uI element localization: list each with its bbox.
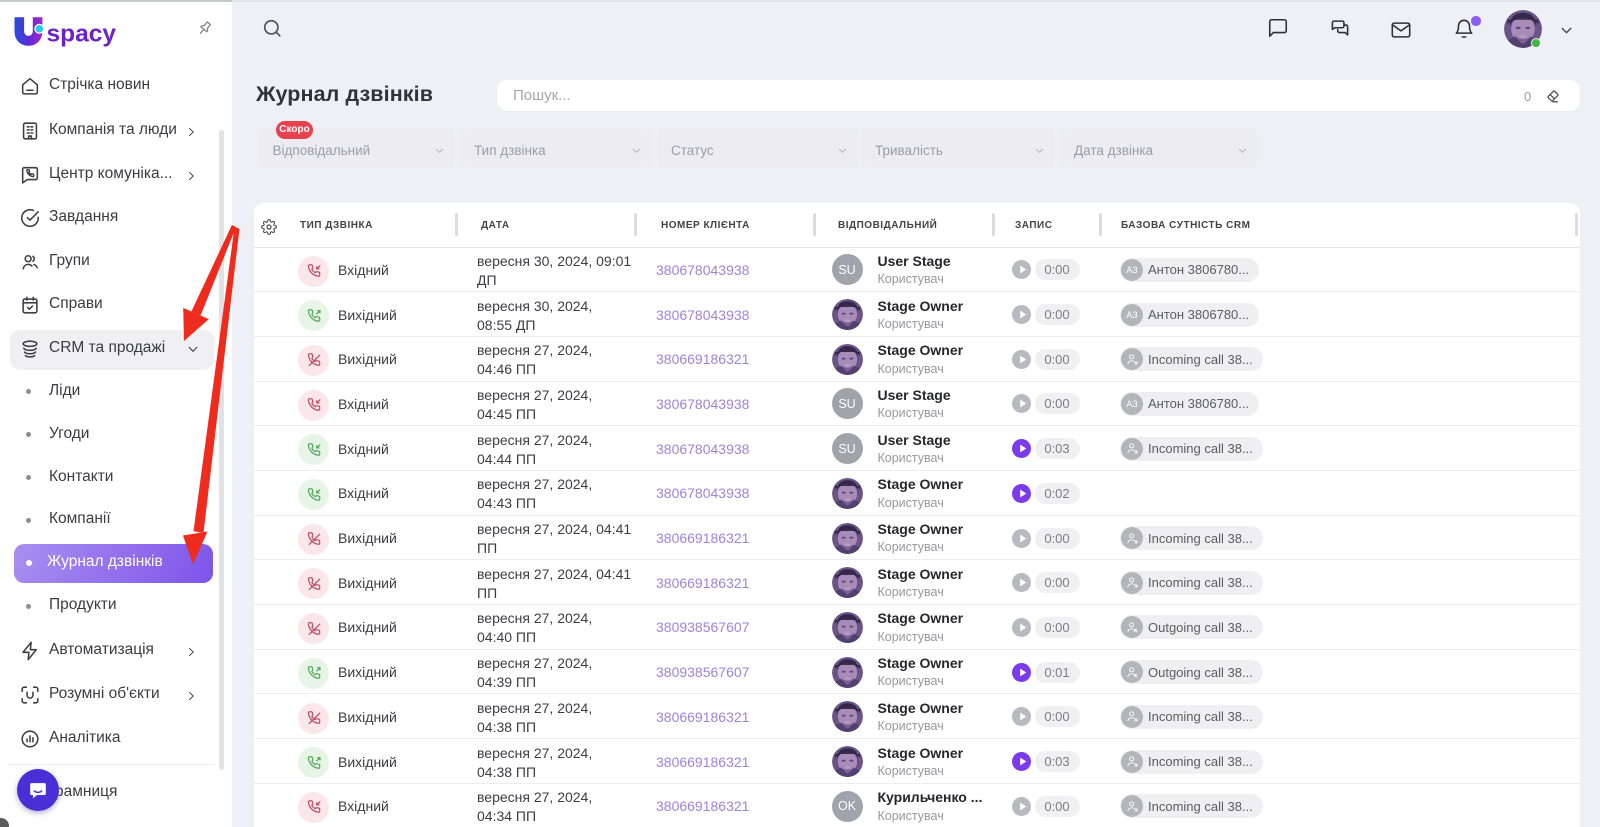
svg-text:spacy: spacy	[47, 21, 117, 48]
